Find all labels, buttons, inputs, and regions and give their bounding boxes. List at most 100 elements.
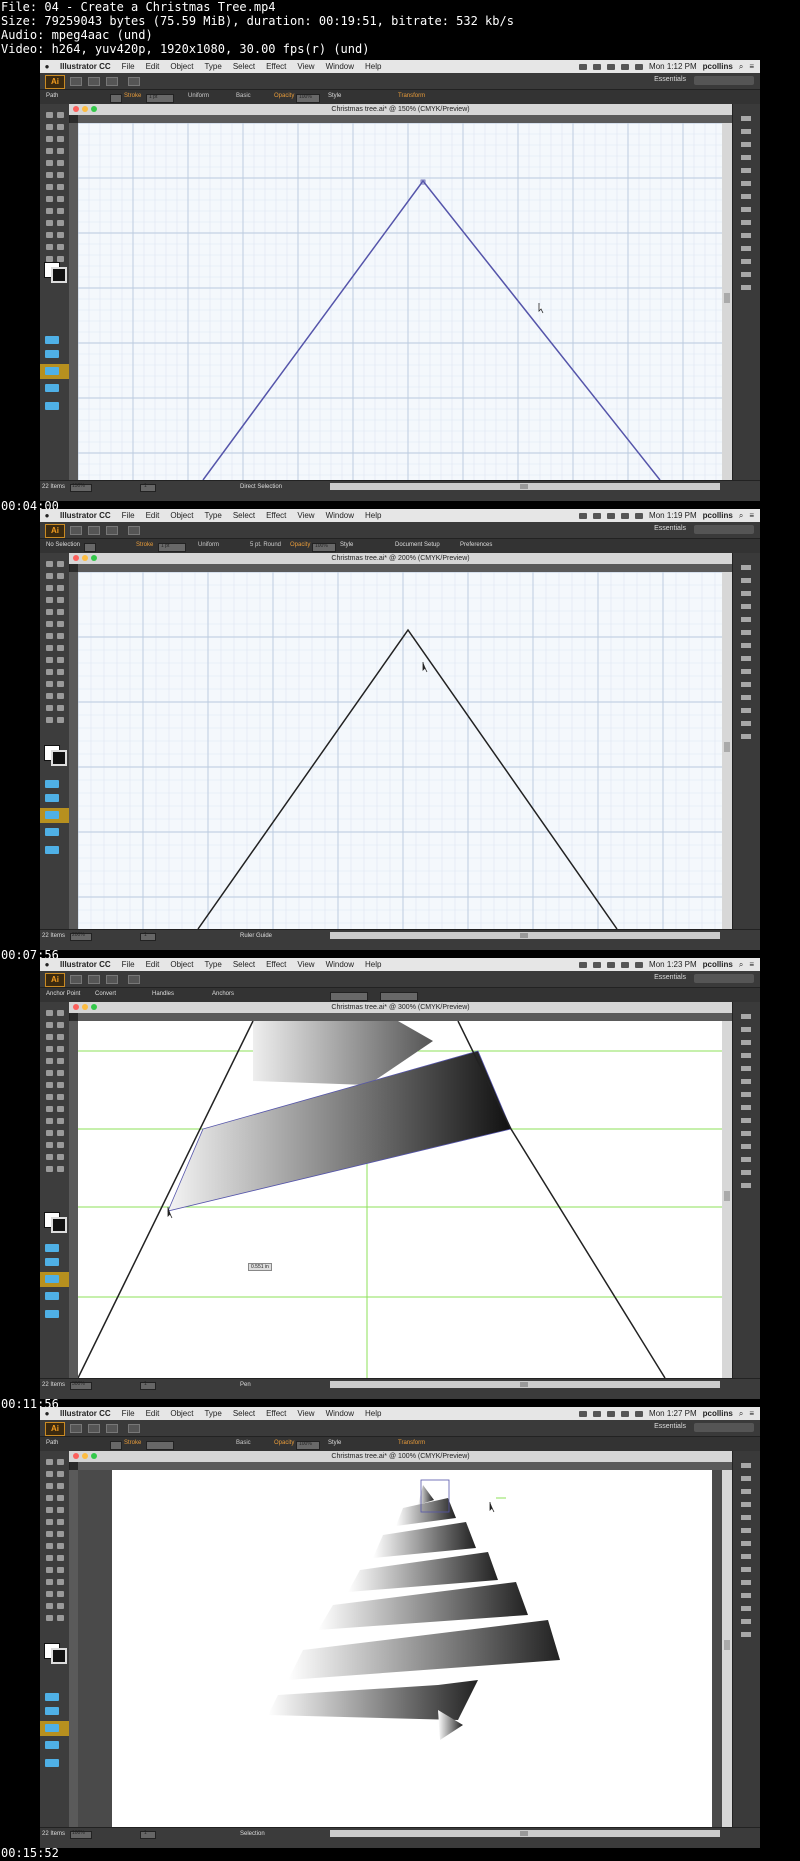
- search-icon[interactable]: ⌕: [739, 60, 743, 73]
- tool-icon[interactable]: [46, 1603, 53, 1609]
- search-icon[interactable]: ⌕: [739, 509, 743, 522]
- tool-icon[interactable]: [57, 160, 64, 166]
- horizontal-ruler[interactable]: [78, 1462, 732, 1470]
- tool-icon[interactable]: [57, 1010, 64, 1016]
- gpu-icon[interactable]: [128, 1424, 140, 1433]
- tool-icon[interactable]: [46, 124, 53, 130]
- tool-icon[interactable]: [46, 1579, 53, 1585]
- tool-icon[interactable]: [46, 681, 53, 687]
- tool-icon[interactable]: [57, 669, 64, 675]
- apple-icon[interactable]: ●: [40, 509, 54, 522]
- brush-select[interactable]: Basic: [236, 1440, 251, 1446]
- stock-icon[interactable]: [88, 526, 100, 535]
- tool-icon[interactable]: [57, 1046, 64, 1052]
- panel-icon[interactable]: [741, 1593, 751, 1598]
- tool-icon[interactable]: [46, 1567, 53, 1573]
- panel-icon[interactable]: [741, 1040, 751, 1045]
- status-icon[interactable]: [579, 63, 588, 70]
- menu-item[interactable]: Effect: [266, 60, 286, 73]
- panel-icon[interactable]: [741, 1105, 751, 1110]
- list-icon[interactable]: ≡: [749, 1407, 754, 1420]
- fill-swatch[interactable]: [110, 94, 122, 103]
- panel-icon[interactable]: [741, 1014, 751, 1019]
- stroke-weight-field[interactable]: [146, 1441, 174, 1450]
- panel-icon[interactable]: [741, 695, 751, 700]
- tool-icon[interactable]: [46, 597, 53, 603]
- arrange-icon[interactable]: [106, 1424, 118, 1433]
- tool-icon[interactable]: [57, 1471, 64, 1477]
- brush-select[interactable]: Basic: [236, 93, 251, 99]
- artboard-field[interactable]: 1: [140, 1830, 156, 1839]
- control-extra-button[interactable]: Document Setup: [395, 542, 440, 548]
- tool-icon[interactable]: [46, 1010, 53, 1016]
- menu-item[interactable]: Object: [170, 1407, 193, 1420]
- bridge-icon[interactable]: [70, 975, 82, 984]
- panel-icon[interactable]: [741, 1183, 751, 1188]
- tool-icon[interactable]: [57, 148, 64, 154]
- canvas[interactable]: [78, 123, 732, 480]
- workspace-switcher[interactable]: Essentials: [654, 974, 686, 981]
- folder-icon[interactable]: [45, 811, 59, 819]
- artboard-field[interactable]: 1: [140, 483, 156, 492]
- menu-item[interactable]: Select: [233, 60, 255, 73]
- menu-item[interactable]: File: [122, 958, 135, 971]
- menu-item[interactable]: Select: [233, 1407, 255, 1420]
- battery-icon[interactable]: [635, 961, 644, 968]
- tool-icon[interactable]: [46, 136, 53, 142]
- tool-icon[interactable]: [46, 1471, 53, 1477]
- menu-item[interactable]: Select: [233, 958, 255, 971]
- horizontal-ruler[interactable]: [78, 1013, 732, 1021]
- tool-icon[interactable]: [46, 1519, 53, 1525]
- menu-item[interactable]: Effect: [266, 958, 286, 971]
- menu-item[interactable]: Help: [365, 1407, 381, 1420]
- user-name[interactable]: pcollins: [703, 509, 733, 522]
- horizontal-scrollbar[interactable]: [330, 1830, 720, 1837]
- tool-icon[interactable]: [46, 1082, 53, 1088]
- tool-icon[interactable]: [46, 585, 53, 591]
- stroke-color-icon[interactable]: [51, 267, 67, 283]
- menu-item[interactable]: Window: [326, 509, 354, 522]
- panel-icon[interactable]: [741, 194, 751, 199]
- tool-icon[interactable]: [57, 1591, 64, 1597]
- panel-icon[interactable]: [741, 1554, 751, 1559]
- apple-icon[interactable]: ●: [40, 1407, 54, 1420]
- panel-icon[interactable]: [741, 682, 751, 687]
- menu-item[interactable]: Object: [170, 958, 193, 971]
- menu-item[interactable]: View: [297, 509, 314, 522]
- tool-icon[interactable]: [46, 669, 53, 675]
- tool-icon[interactable]: [46, 1495, 53, 1501]
- preferences-button[interactable]: Preferences: [460, 542, 492, 548]
- panel-icon[interactable]: [741, 1053, 751, 1058]
- panel-icon[interactable]: [741, 1619, 751, 1624]
- close-icon[interactable]: [73, 1453, 79, 1459]
- control-extra-button[interactable]: Transform: [398, 1440, 425, 1446]
- panel-icon[interactable]: [741, 578, 751, 583]
- tool-icon[interactable]: [46, 1058, 53, 1064]
- tool-icon[interactable]: [46, 1070, 53, 1076]
- panel-icon[interactable]: [741, 669, 751, 674]
- menu-item[interactable]: File: [122, 509, 135, 522]
- horizontal-ruler[interactable]: [78, 115, 732, 123]
- document-tab[interactable]: Christmas tree.ai* @ 150% (CMYK/Preview): [69, 104, 732, 115]
- vertical-scrollbar[interactable]: [722, 572, 732, 929]
- wifi-icon[interactable]: [607, 512, 616, 519]
- tool-icon[interactable]: [57, 244, 64, 250]
- close-icon[interactable]: [73, 555, 79, 561]
- arrange-icon[interactable]: [106, 526, 118, 535]
- panel-icon[interactable]: [741, 1079, 751, 1084]
- menu-item[interactable]: Object: [170, 60, 193, 73]
- wifi-icon[interactable]: [607, 961, 616, 968]
- menu-item[interactable]: Help: [365, 958, 381, 971]
- menu-item[interactable]: Effect: [266, 509, 286, 522]
- tool-icon[interactable]: [57, 1082, 64, 1088]
- tool-icon[interactable]: [46, 1022, 53, 1028]
- user-name[interactable]: pcollins: [703, 958, 733, 971]
- tool-icon[interactable]: [57, 1543, 64, 1549]
- tool-icon[interactable]: [57, 1615, 64, 1621]
- menu-item[interactable]: Illustrator CC: [60, 509, 111, 522]
- clock[interactable]: Mon 1:12 PM: [649, 60, 697, 73]
- tool-icon[interactable]: [57, 609, 64, 615]
- tool-icon[interactable]: [57, 1022, 64, 1028]
- clock[interactable]: Mon 1:19 PM: [649, 509, 697, 522]
- menu-item[interactable]: View: [297, 958, 314, 971]
